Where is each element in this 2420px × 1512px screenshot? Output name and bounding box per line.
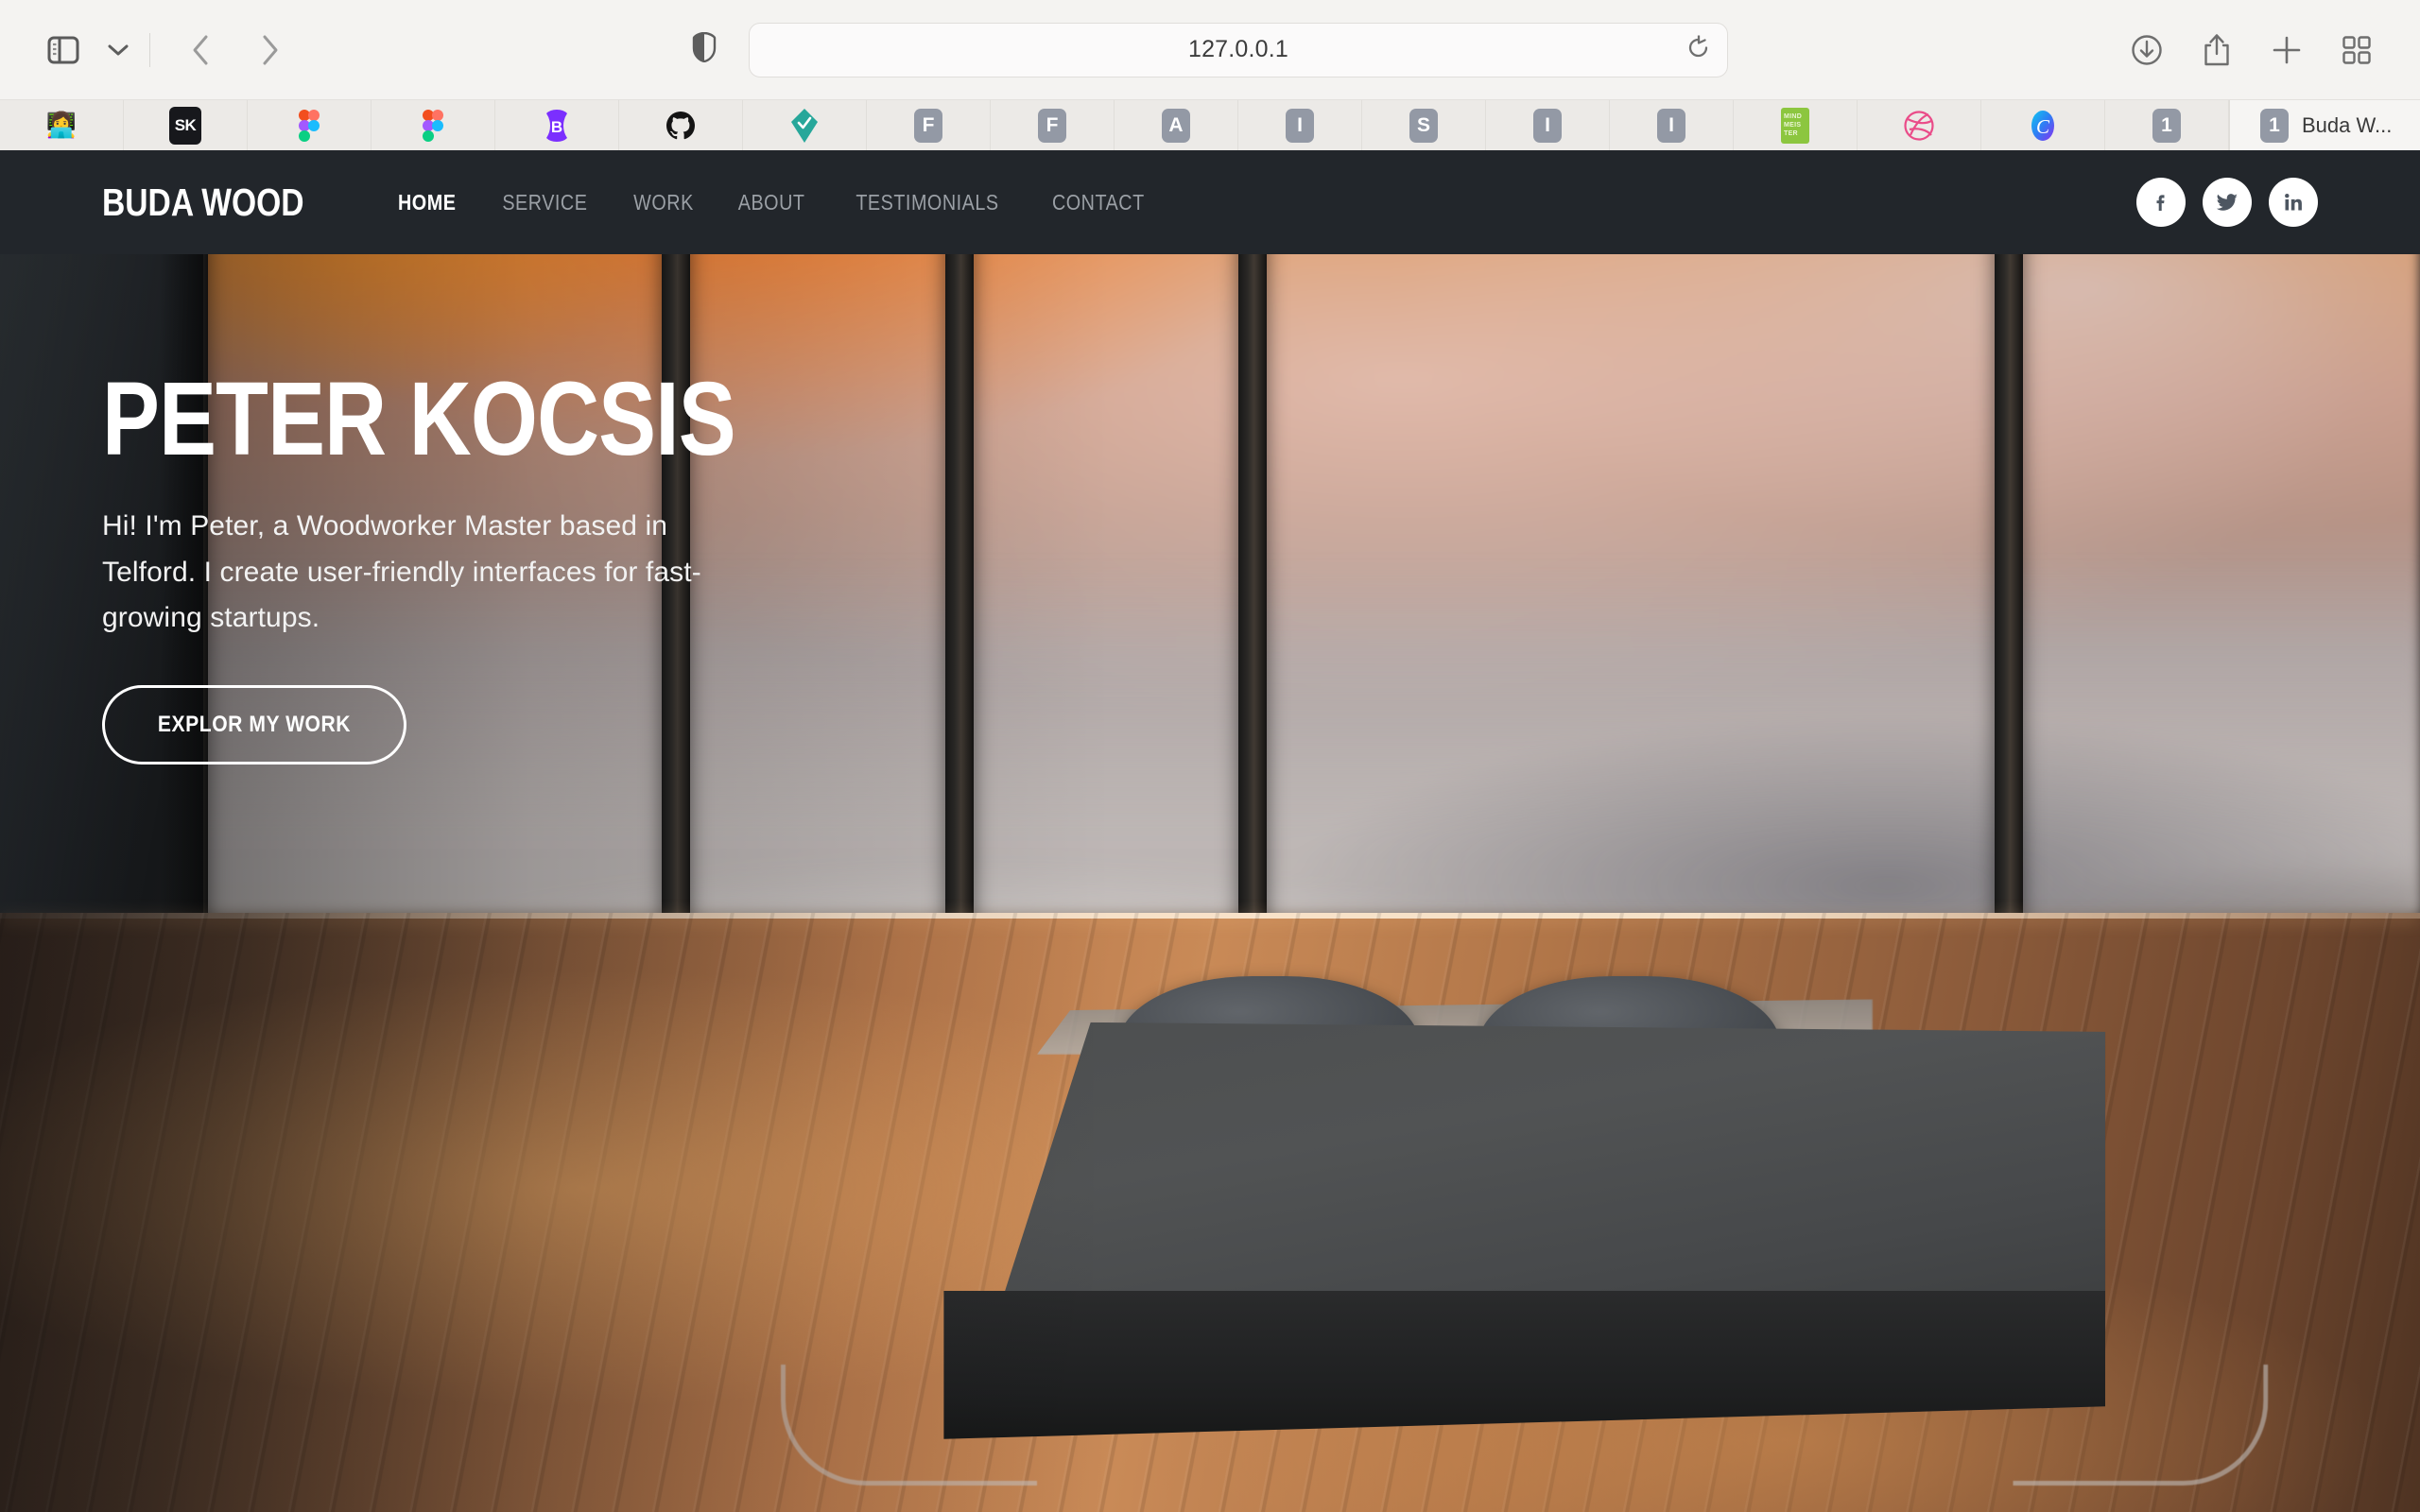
browser-window: 127.0.0.1 👩‍💻 SK: [0, 0, 2420, 1512]
bookmark-a[interactable]: A: [1115, 100, 1238, 150]
nav-item-about[interactable]: ABOUT: [737, 190, 804, 215]
letter-badge-icon: F: [914, 108, 942, 143]
downloads-icon[interactable]: [2119, 23, 2174, 77]
browser-toolbar: 127.0.0.1: [0, 0, 2420, 99]
bookmarks-bar: 👩‍💻 SK B F F A I S I I MINDMEISTER C: [0, 99, 2420, 150]
twitter-icon[interactable]: [2203, 178, 2252, 227]
hero-content: PETER KOCSIS Hi! I'm Peter, a Woodworker…: [102, 368, 865, 765]
hero-vignette: [0, 150, 2420, 1512]
plus-icon[interactable]: [2259, 23, 2314, 77]
toolbar-divider: [149, 32, 150, 67]
main-nav: HOME SERVICE WORK ABOUT TESTIMONIALS CON…: [393, 190, 1151, 215]
site-header: BUDA WOOD HOME SERVICE WORK ABOUT TESTIM…: [0, 150, 2420, 254]
facebook-icon[interactable]: [2136, 178, 2186, 227]
webpage-viewport: PETER KOCSIS Hi! I'm Peter, a Woodworker…: [0, 150, 2420, 1512]
github-icon: [666, 111, 695, 139]
bookmark-i-1[interactable]: I: [1238, 100, 1362, 150]
chevron-down-icon[interactable]: [91, 23, 146, 77]
bookmark-figma-2[interactable]: [372, 100, 495, 150]
bookmark-mindmeister[interactable]: MIND MEIS TER: [1734, 100, 1858, 150]
bookmark-bootstrap[interactable]: B: [495, 100, 619, 150]
sidebar-icon[interactable]: [36, 23, 91, 77]
sk-icon: SK: [169, 106, 201, 145]
svg-text:C: C: [2036, 115, 2050, 138]
hero-subtitle: Hi! I'm Peter, a Woodworker Master based…: [102, 510, 701, 634]
nav-item-testimonials[interactable]: TESTIMONIALS: [856, 190, 998, 215]
bookmark-i-3[interactable]: I: [1610, 100, 1734, 150]
tab-title: Buda W...: [2302, 112, 2393, 137]
hero-section: PETER KOCSIS Hi! I'm Peter, a Woodworker…: [0, 150, 2420, 1512]
reload-icon[interactable]: [1687, 34, 1710, 64]
site-logo[interactable]: BUDA WOOD: [102, 180, 304, 225]
letter-badge-icon: I: [1657, 108, 1685, 143]
bookmark-c[interactable]: C: [1981, 100, 2105, 150]
bookmark-sk[interactable]: SK: [124, 100, 248, 150]
linkedin-icon[interactable]: [2269, 178, 2318, 227]
letter-badge-icon: S: [1409, 108, 1438, 143]
gradient-c-icon: C: [2031, 110, 2054, 141]
tab-overview-icon[interactable]: [2329, 23, 2384, 77]
explore-my-work-button[interactable]: EXPLOR MY WORK: [102, 684, 406, 765]
share-icon[interactable]: [2189, 23, 2244, 77]
letter-badge-icon: F: [1038, 108, 1066, 143]
social-links: [2136, 178, 2318, 227]
figma-icon: [423, 109, 443, 142]
bookmark-avatar[interactable]: 👩‍💻: [0, 100, 124, 150]
privacy-shield-icon[interactable]: [692, 31, 717, 67]
url-text: 127.0.0.1: [1187, 36, 1289, 62]
explore-my-work-label: EXPLOR MY WORK: [157, 711, 352, 737]
mindmeister-icon: MIND MEIS TER: [1781, 107, 1809, 144]
letter-badge-icon: I: [1533, 108, 1562, 143]
toolbar-right-group: [2119, 23, 2384, 77]
address-bar-group: 127.0.0.1: [692, 22, 1728, 77]
bookmark-dribbble[interactable]: [1858, 100, 1981, 150]
hero-title: PETER KOCSIS: [102, 361, 736, 477]
nav-item-contact[interactable]: CONTACT: [1052, 190, 1145, 215]
bookmark-f-2[interactable]: F: [991, 100, 1115, 150]
bookmark-f-1[interactable]: F: [867, 100, 991, 150]
back-arrow-icon[interactable]: [173, 23, 228, 77]
bookmark-one[interactable]: 1: [2105, 100, 2229, 150]
svg-text:B: B: [551, 118, 562, 136]
letter-badge-icon: I: [1286, 108, 1314, 143]
bookmark-github[interactable]: [619, 100, 743, 150]
bookmark-i-2[interactable]: I: [1486, 100, 1610, 150]
tab-badge-icon: 1: [2260, 108, 2289, 143]
forward-arrow-icon[interactable]: [243, 23, 298, 77]
letter-badge-icon: 1: [2152, 108, 2181, 143]
nav-item-home[interactable]: HOME: [398, 190, 456, 215]
figma-icon: [299, 109, 320, 142]
active-tab[interactable]: 1 Buda W...: [2229, 100, 2420, 150]
bookmark-figma-1[interactable]: [248, 100, 372, 150]
dribbble-icon: [1904, 110, 1934, 141]
nav-item-service[interactable]: SERVICE: [502, 190, 587, 215]
avatar-emoji-icon: 👩‍💻: [45, 111, 78, 139]
bookmark-s[interactable]: S: [1362, 100, 1486, 150]
bootstrap-icon: B: [546, 109, 567, 142]
bookmark-check[interactable]: [743, 100, 867, 150]
letter-badge-icon: A: [1162, 108, 1190, 143]
toolbar-left-group: [36, 23, 298, 77]
nav-item-work[interactable]: WORK: [633, 190, 694, 215]
check-diamond-icon: [791, 108, 818, 143]
url-input[interactable]: 127.0.0.1: [749, 22, 1728, 77]
